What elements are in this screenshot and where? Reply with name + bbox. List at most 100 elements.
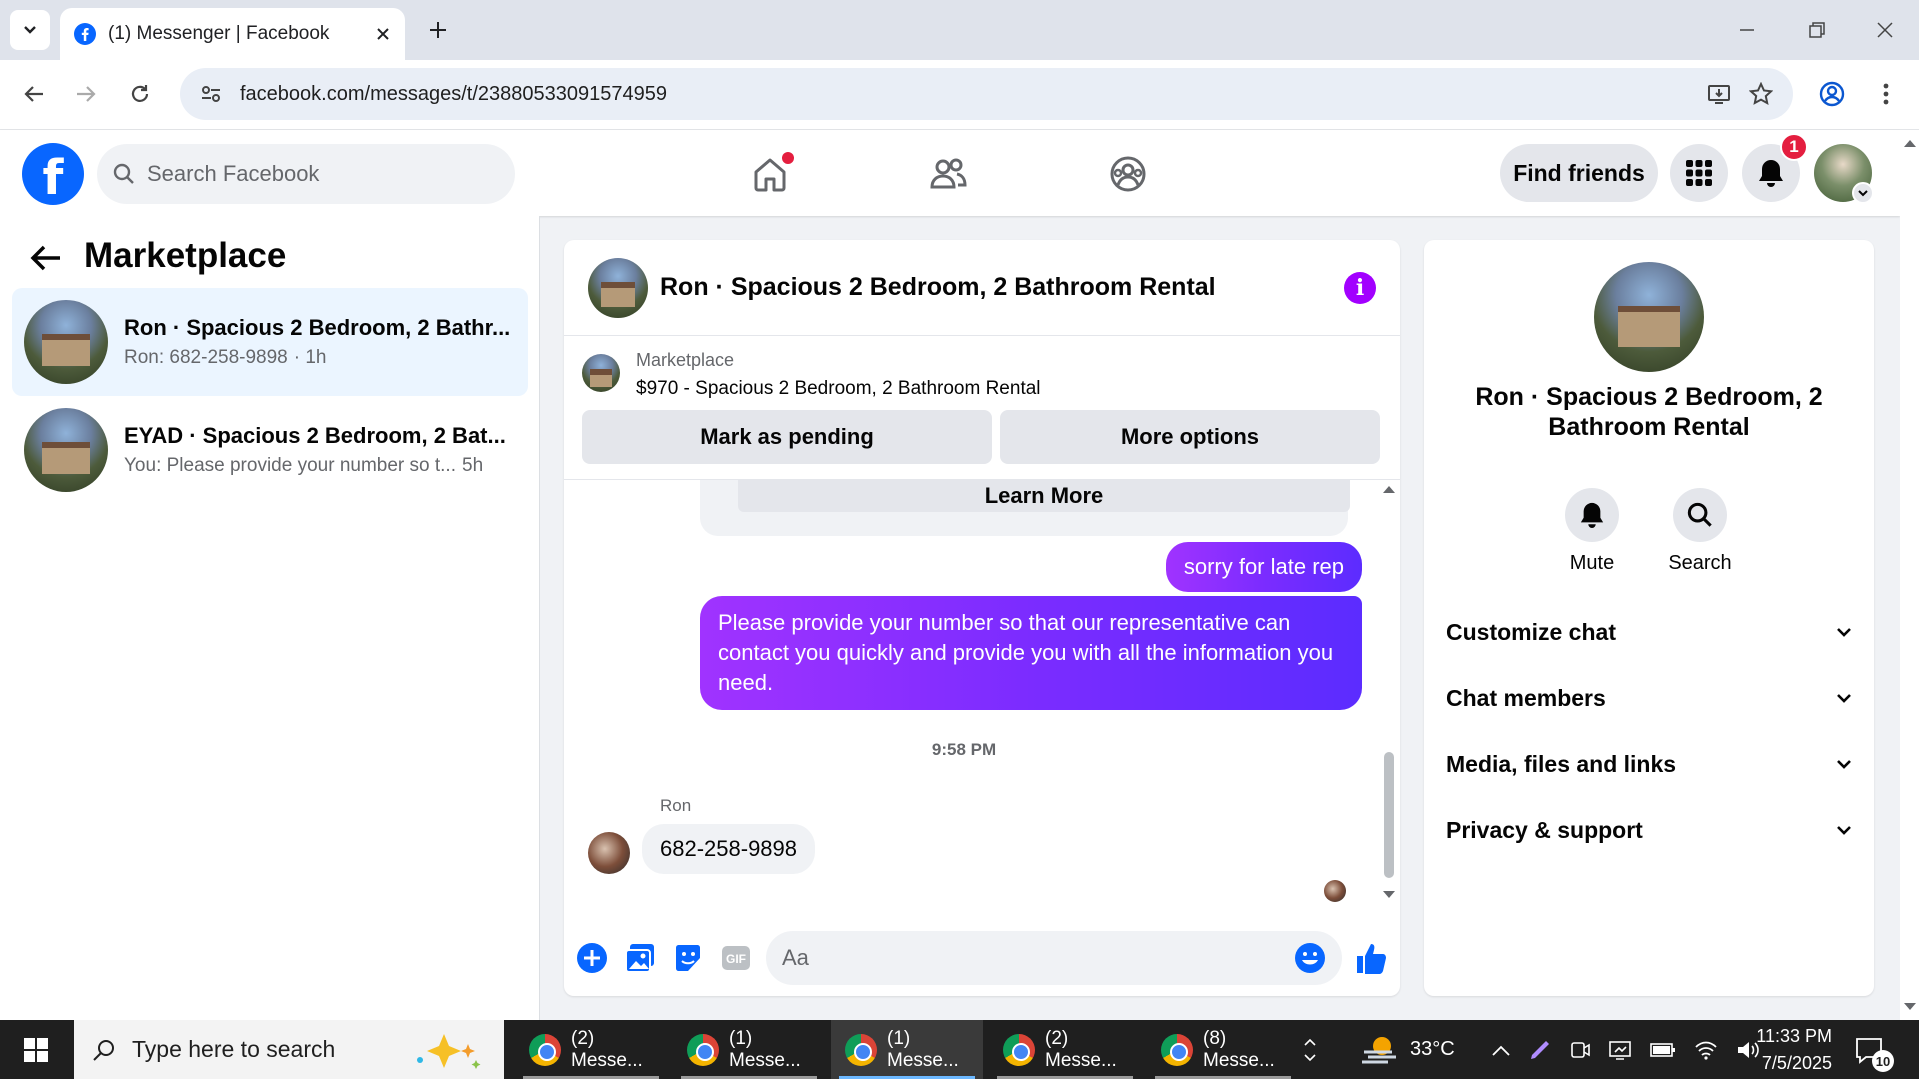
attach-photo-button[interactable] [622,940,658,976]
chevron-up-icon[interactable] [1492,1044,1510,1056]
chat-scrollbar-thumb[interactable] [1384,752,1394,878]
close-window-button[interactable] [1858,8,1912,52]
facebook-search-box[interactable]: Search Facebook [97,144,515,204]
taskbar-app-label: (2) Messe... [571,1027,643,1071]
clock[interactable]: 11:33 PM 7/5/2025 [1742,1020,1832,1079]
search-icon [1687,502,1712,527]
windows-logo-icon [24,1037,48,1062]
profile-name: Ron · Spacious 2 Bedroom, 2 Bathroom Ren… [1475,383,1823,441]
listing-thumbnail[interactable] [582,354,620,392]
incoming-message[interactable]: 682-258-9898 [642,824,816,874]
taskbar-chrome-window-4[interactable]: (2) Messe... [989,1020,1141,1079]
profile-avatar[interactable] [1594,262,1704,372]
chevron-down-icon [24,26,36,34]
facebook-logo[interactable]: f [22,143,84,206]
start-button[interactable] [0,1020,72,1079]
more-options-button[interactable]: More options [1000,410,1380,464]
minimize-button[interactable] [1720,8,1774,52]
emoji-icon[interactable] [1294,942,1326,974]
display-icon[interactable] [1608,1039,1632,1061]
section-chat-members[interactable]: Chat members [1446,668,1854,728]
taskbar-chrome-window-2[interactable]: (1) Messe... [673,1020,825,1079]
sender-name: Ron [660,796,692,815]
restore-button[interactable] [1790,8,1844,52]
home-notification-dot [782,152,794,164]
sticker-button[interactable] [670,940,706,976]
section-media-files-links[interactable]: Media, files and links [1446,734,1854,794]
marketplace-listing-card: Marketplace $970 - Spacious 2 Bedroom, 2… [564,336,1400,480]
conversation-list-panel: Marketplace Ron · Spacious 2 Bedroom, 2 … [0,216,540,1020]
taskbar-app-label: (8) Messe... [1203,1027,1275,1071]
chevron-down-icon [1837,628,1851,637]
sender-avatar[interactable] [588,832,630,874]
nav-home[interactable] [740,146,800,202]
svg-text:GIF: GIF [726,952,746,966]
pen-icon[interactable] [1528,1038,1552,1062]
bookmark-star-icon[interactable] [1749,82,1773,106]
browser-menu-button[interactable] [1866,74,1906,114]
mute-action[interactable]: Mute [1552,488,1632,575]
nav-friends[interactable] [918,146,978,202]
back-button[interactable] [14,74,54,114]
conversation-name: Ron · Spacious 2 Bedroom, 2 Bathr... [124,315,511,340]
url-text[interactable]: facebook.com/messages/t/2388053309157495… [240,83,1689,106]
taskbar-app-label: (2) Messe... [1045,1027,1117,1071]
conversation-item-ron[interactable]: Ron · Spacious 2 Bedroom, 2 Bathr... Ron… [12,288,528,396]
groups-icon [1110,156,1146,192]
forward-button[interactable] [66,74,106,114]
taskbar-search-placeholder[interactable]: Type here to search [132,1036,390,1063]
site-settings-icon[interactable] [200,83,222,105]
page-scrollbar[interactable] [1900,130,1919,1020]
tab-search-dropdown[interactable] [10,10,50,50]
mark-as-pending-button[interactable]: Mark as pending [582,410,992,464]
thumbs-up-icon [1357,944,1386,974]
section-privacy-support[interactable]: Privacy & support [1446,800,1854,860]
taskbar-chrome-window-1[interactable]: (2) Messe... [515,1020,667,1079]
minimize-icon [1740,29,1754,31]
more-actions-button[interactable] [574,940,610,976]
message-input[interactable]: Aa [766,931,1342,985]
conversation-item-eyad[interactable]: EYAD · Spacious 2 Bedroom, 2 Bat... You:… [12,396,528,504]
meet-now-icon[interactable] [1570,1039,1590,1061]
notification-center-button[interactable]: 10 [1854,1020,1894,1079]
learn-more-button[interactable]: Learn More [738,480,1350,512]
chat-scrollbar[interactable] [1380,480,1396,900]
outgoing-message[interactable]: Please provide your number so that our r… [700,596,1362,710]
taskbar-chrome-window-3[interactable]: (1) Messe... [831,1020,983,1079]
conversation-time: 5h [462,455,484,476]
listing-title[interactable]: $970 - Spacious 2 Bedroom, 2 Bathroom Re… [636,378,1041,400]
info-icon[interactable]: i [1344,271,1376,304]
facebook-search-placeholder[interactable]: Search Facebook [147,161,319,187]
battery-icon[interactable] [1650,1042,1676,1058]
menu-button[interactable] [1670,144,1728,202]
chevron-down-icon [1858,190,1868,197]
weather-widget[interactable]: 33°C [1360,1020,1455,1079]
section-customize-chat[interactable]: Customize chat [1446,602,1854,662]
nav-groups[interactable] [1098,146,1158,202]
message-timestamp: 9:58 PM [931,740,997,759]
reload-button[interactable] [120,74,160,114]
taskbar-chrome-window-5[interactable]: (8) Messe... [1147,1020,1299,1079]
address-bar[interactable]: facebook.com/messages/t/2388053309157495… [180,68,1793,120]
chat-title[interactable]: Ron · Spacious 2 Bedroom, 2 Bathroom Ren… [660,273,1332,302]
find-friends-button[interactable]: Find friends [1500,144,1658,202]
wifi-icon[interactable] [1694,1040,1718,1060]
install-app-icon[interactable] [1707,82,1731,106]
profile-button[interactable] [1812,74,1852,114]
back-arrow-button[interactable] [30,244,62,272]
search-action[interactable]: Search [1660,488,1740,575]
taskbar-search[interactable]: Type here to search [74,1020,504,1079]
gif-button[interactable]: GIF [718,940,754,976]
account-chevron[interactable] [1852,182,1874,204]
plus-circle-icon [577,943,607,973]
browser-tab-messenger[interactable]: (1) Messenger | Facebook [60,8,405,60]
tab-title: (1) Messenger | Facebook [108,23,330,44]
send-like-button[interactable] [1354,940,1390,976]
chat-avatar[interactable] [588,257,648,318]
new-tab-button[interactable] [420,12,456,48]
taskbar-overflow-arrows[interactable] [1304,1020,1316,1079]
outgoing-message[interactable]: sorry for late rep [1165,542,1362,592]
close-tab-icon[interactable] [375,26,391,42]
kebab-menu-icon [1883,83,1889,105]
scroll-up-icon [1904,140,1916,147]
